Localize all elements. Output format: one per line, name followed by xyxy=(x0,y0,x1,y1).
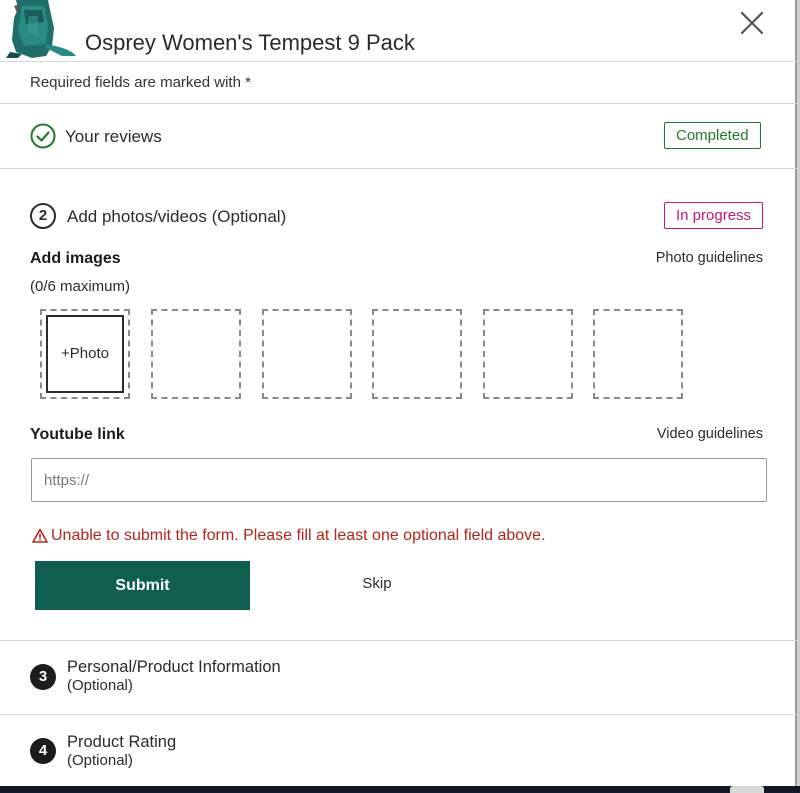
photo-guidelines-link[interactable]: Photo guidelines xyxy=(656,250,763,266)
step-label: Your reviews xyxy=(65,127,162,146)
warning-triangle-icon xyxy=(32,528,48,543)
status-badge-completed: Completed xyxy=(664,122,761,149)
review-modal: Osprey Women's Tempest 9 Pack Required f… xyxy=(0,0,797,786)
step-label: Add photos/videos (Optional) xyxy=(67,207,287,226)
close-button[interactable] xyxy=(737,8,767,38)
error-text: Unable to submit the form. Please fill a… xyxy=(51,527,546,544)
step-optional-label: (Optional) xyxy=(67,752,133,769)
add-images-heading: Add images xyxy=(30,250,121,267)
submit-button[interactable]: Submit xyxy=(35,561,250,610)
step-optional-label: (Optional) xyxy=(67,677,133,694)
photo-slot xyxy=(483,309,573,399)
step-your-reviews[interactable]: Your reviews Completed xyxy=(0,104,797,168)
status-badge-in-progress: In progress xyxy=(664,202,764,229)
check-circle-icon xyxy=(30,123,56,149)
required-fields-note: Required fields are marked with * xyxy=(30,74,251,91)
step-label: Personal/Product Information xyxy=(67,658,281,676)
photo-slot xyxy=(262,309,352,399)
step-product-rating[interactable]: 4 Product Rating (Optional) xyxy=(0,715,797,786)
photo-slot xyxy=(151,309,241,399)
youtube-url-input[interactable] xyxy=(31,458,767,502)
divider xyxy=(0,168,797,169)
product-thumbnail xyxy=(6,0,76,58)
close-icon xyxy=(740,11,764,35)
step-number-2: 2 xyxy=(30,203,56,229)
skip-button[interactable]: Skip xyxy=(345,575,409,597)
background-control xyxy=(730,786,764,793)
modal-header: Osprey Women's Tempest 9 Pack xyxy=(0,0,797,62)
add-photo-button[interactable]: +Photo xyxy=(46,315,124,393)
photo-slot: +Photo xyxy=(40,309,130,399)
step-personal-product-information[interactable]: 3 Personal/Product Information (Optional… xyxy=(0,641,797,714)
photo-slot xyxy=(593,309,683,399)
step-number-4: 4 xyxy=(30,738,56,764)
video-guidelines-link[interactable]: Video guidelines xyxy=(657,426,763,442)
product-title: Osprey Women's Tempest 9 Pack xyxy=(85,30,415,55)
photo-slot xyxy=(372,309,462,399)
youtube-link-heading: Youtube link xyxy=(30,426,125,443)
step-number-3: 3 xyxy=(30,664,56,690)
images-max-note: (0/6 maximum) xyxy=(30,278,131,295)
background-page-strip xyxy=(0,786,800,793)
step-label: Product Rating xyxy=(67,733,177,751)
